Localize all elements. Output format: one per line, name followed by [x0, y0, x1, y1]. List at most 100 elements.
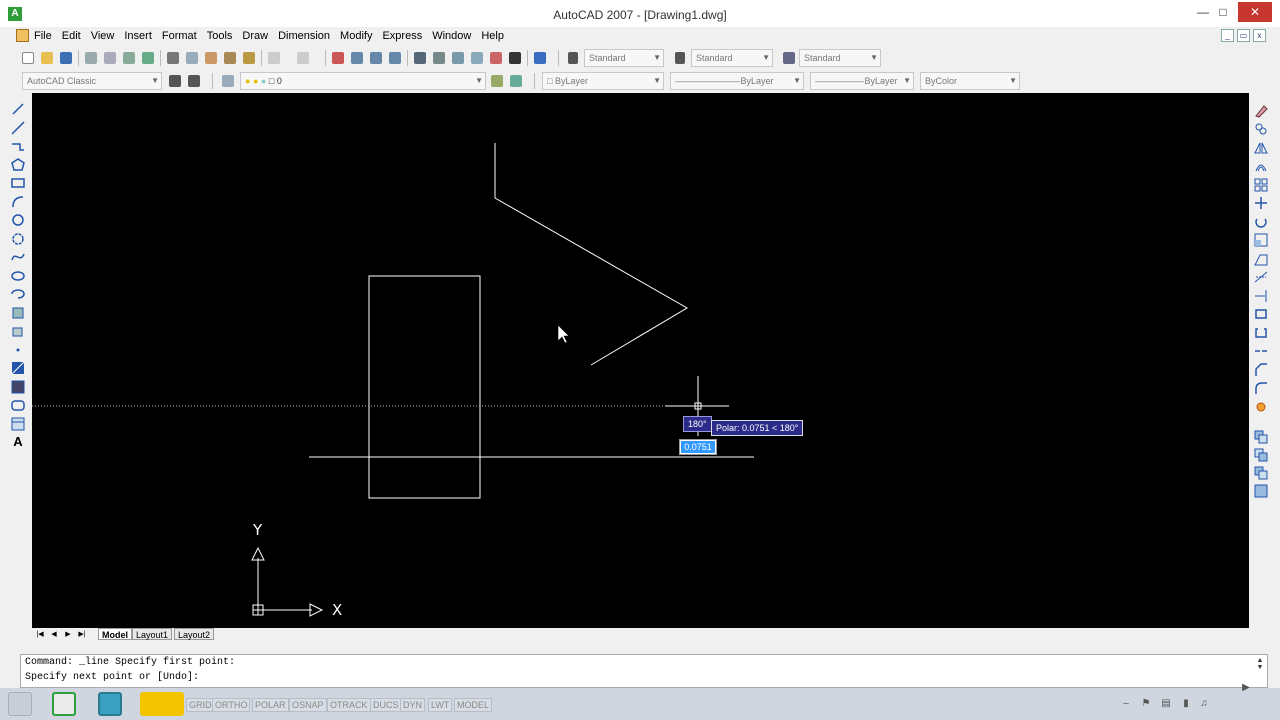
extend-icon[interactable] [1254, 289, 1268, 303]
hatch-icon[interactable] [11, 361, 25, 375]
menu-view[interactable]: View [91, 30, 115, 42]
undo-icon[interactable] [266, 50, 282, 66]
status-toggle-lwt[interactable]: LWT [428, 698, 453, 712]
explode-icon[interactable] [1254, 400, 1268, 414]
dynamic-input-field[interactable]: 0.0751 [679, 439, 717, 455]
menu-tools[interactable]: Tools [207, 30, 233, 42]
prev-tab-icon[interactable]: ◀ [48, 629, 60, 640]
array-icon[interactable] [1254, 178, 1268, 192]
tray-volume-icon[interactable]: ♫ [1198, 698, 1210, 710]
zoom-previous-icon[interactable] [387, 50, 403, 66]
tab-layout2[interactable]: Layout2 [174, 628, 215, 640]
table-style-select[interactable]: Standard ▼ [799, 49, 881, 67]
copy-object-icon[interactable] [1254, 122, 1268, 136]
dimension-style-icon[interactable] [673, 50, 689, 66]
join-icon[interactable] [1254, 344, 1268, 358]
plotstyle-select[interactable]: ByColor ▼ [920, 72, 1020, 90]
status-toggle-otrack[interactable]: OTRACK [327, 698, 371, 712]
plot-preview-icon[interactable] [102, 50, 118, 66]
status-toggle-ortho[interactable]: ORTHO [212, 698, 251, 712]
paste-icon[interactable] [203, 50, 219, 66]
layer-manager-icon[interactable] [220, 73, 236, 89]
pan-icon[interactable] [330, 50, 346, 66]
document-icon[interactable] [16, 29, 29, 42]
menu-help[interactable]: Help [481, 30, 504, 42]
draworder-icon[interactable] [1254, 430, 1268, 444]
taskbar-active-app-icon[interactable] [140, 692, 184, 716]
linetype-select[interactable]: ———————— ByLayer ▼ [670, 72, 804, 90]
tray-flag-icon[interactable]: ⚑ [1140, 698, 1152, 710]
table-style-icon[interactable] [781, 50, 797, 66]
trim-icon[interactable] [1254, 270, 1268, 284]
erase-icon[interactable] [1254, 104, 1268, 118]
menu-format[interactable]: Format [162, 30, 197, 42]
tray-signal-icon[interactable]: ▮ [1180, 698, 1192, 710]
zoom-realtime-icon[interactable] [349, 50, 365, 66]
move-icon[interactable] [1254, 196, 1268, 210]
redo-icon[interactable] [295, 50, 311, 66]
polygon-icon[interactable] [11, 158, 25, 172]
revision-cloud-icon[interactable] [11, 232, 25, 246]
help-icon[interactable] [532, 50, 548, 66]
menu-edit[interactable]: Edit [62, 30, 81, 42]
tray-up-arrow-icon[interactable]: – [1120, 698, 1132, 710]
point-icon[interactable] [11, 343, 25, 357]
tab-layout1[interactable]: Layout1 [132, 628, 173, 640]
menu-express[interactable]: Express [382, 30, 422, 42]
drawing-canvas[interactable]: Y X 180° Polar: 0.0751 < 180° 0.0751 [32, 93, 1249, 628]
block-editor-icon[interactable] [241, 50, 257, 66]
3d-dwf-icon[interactable] [140, 50, 156, 66]
rotate-icon[interactable] [1254, 215, 1268, 229]
taskbar-autocad-icon[interactable] [98, 692, 122, 716]
command-window[interactable]: Command: _line Specify first point: Spec… [20, 654, 1268, 688]
new-file-icon[interactable] [20, 50, 36, 66]
cut-icon[interactable] [165, 50, 181, 66]
markup-icon[interactable] [488, 50, 504, 66]
doc-minimize-icon[interactable]: _ [1221, 29, 1234, 42]
last-tab-icon[interactable]: ▶| [76, 629, 88, 640]
chamfer-icon[interactable] [1254, 363, 1268, 377]
circle-icon[interactable] [11, 213, 25, 227]
status-arrow-icon[interactable]: ▶ [1240, 682, 1252, 694]
ellipse-icon[interactable] [11, 269, 25, 283]
layer-select[interactable]: ● ● ● □ 0 ▼ [240, 72, 486, 90]
text-style-select[interactable]: Standard ▼ [584, 49, 664, 67]
tool-palettes-icon[interactable] [450, 50, 466, 66]
status-toggle-grid[interactable]: GRID [186, 698, 215, 712]
save-icon[interactable] [58, 50, 74, 66]
ellipse-arc-icon[interactable] [11, 287, 25, 301]
autocad-app-icon[interactable]: A [8, 7, 22, 21]
fillet-icon[interactable] [1254, 381, 1268, 395]
zoom-window-icon[interactable] [368, 50, 384, 66]
publish-icon[interactable] [121, 50, 137, 66]
make-block-icon[interactable] [11, 324, 25, 338]
doc-restore-icon[interactable]: ▭ [1237, 29, 1250, 42]
tray-network-icon[interactable]: ▤ [1160, 698, 1172, 710]
menu-window[interactable]: Window [432, 30, 471, 42]
workspace-select[interactable]: AutoCAD Classic ▼ [22, 72, 162, 90]
menu-draw[interactable]: Draw [242, 30, 268, 42]
gradient-icon[interactable] [11, 380, 25, 394]
dimension-style-select[interactable]: Standard ▼ [691, 49, 773, 67]
break-icon[interactable] [1254, 326, 1268, 340]
start-icon[interactable] [8, 692, 32, 716]
text-style-icon[interactable] [566, 50, 582, 66]
status-toggle-ducs[interactable]: DUCS [370, 698, 402, 712]
scale-icon[interactable] [1254, 233, 1268, 247]
plot-icon[interactable] [83, 50, 99, 66]
lineweight-select[interactable]: —————— ByLayer ▼ [810, 72, 914, 90]
color-select[interactable]: □ ByLayer ▼ [542, 72, 664, 90]
layer-previous-icon[interactable] [508, 73, 524, 89]
break-at-point-icon[interactable] [1254, 307, 1268, 321]
status-toggle-polar[interactable]: POLAR [252, 698, 289, 712]
spline-icon[interactable] [11, 250, 25, 264]
mirror-icon[interactable] [1254, 141, 1268, 155]
menu-file[interactable]: File [34, 30, 52, 42]
region-icon[interactable] [11, 398, 25, 412]
bring-to-front-icon[interactable] [1254, 448, 1268, 462]
my-workspace-icon[interactable] [186, 73, 202, 89]
first-tab-icon[interactable]: |◀ [34, 629, 46, 640]
status-toggle-dyn[interactable]: DYN [400, 698, 426, 712]
menu-insert[interactable]: Insert [124, 30, 152, 42]
taskbar-app-green-icon[interactable] [52, 692, 76, 716]
